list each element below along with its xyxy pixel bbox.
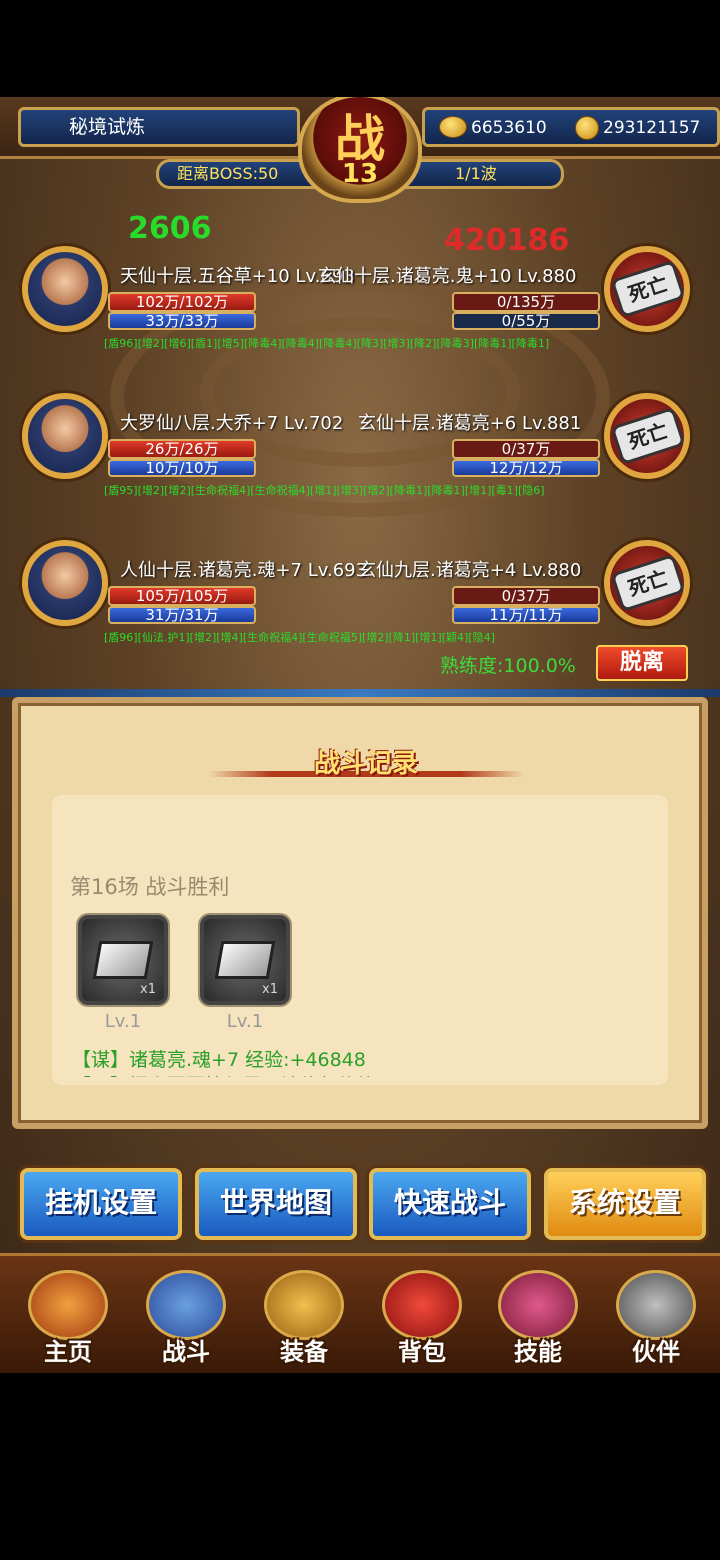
enemy-hp-bar-3: 0/37万 — [452, 586, 600, 606]
ally-avatar-1[interactable] — [22, 246, 108, 332]
enemy-name-3: 玄仙九层.诸葛亮+4 Lv.880 — [358, 560, 582, 581]
enemy-hp-bar-1: 0/135万 — [452, 292, 600, 312]
ally-hp-bar-1: 102万/102万 — [108, 292, 256, 312]
nav-partners-label: 伙伴 — [632, 1338, 680, 1366]
skill-chest-icon — [498, 1270, 578, 1340]
coin-icon — [575, 116, 599, 140]
partner-helmet-icon — [616, 1270, 696, 1340]
ally-damage-number: 2606 — [128, 211, 212, 246]
item-level: Lv.1 — [104, 1011, 142, 1032]
ally-name-2: 大罗仙八层.大乔+7 Lv.702 — [120, 413, 344, 434]
boss-distance: 距离BOSS:50 — [177, 164, 279, 183]
log-title: 战斗记录 — [313, 749, 418, 779]
divider — [0, 689, 720, 697]
enemy-mp-bar-1: 0/55万 — [452, 312, 600, 330]
world-map-button[interactable]: 世界地图 — [195, 1168, 357, 1240]
reward-item-2[interactable]: x1 — [200, 915, 290, 1005]
log-title-bar: 战斗记录 — [208, 743, 524, 783]
ally-mp-bar-1: 33万/33万 — [108, 312, 256, 330]
nav-equipment[interactable]: 装备 — [254, 1266, 354, 1366]
coin-amount: 293121157 — [603, 118, 701, 138]
ally-hp-bar-3: 105万/105万 — [108, 586, 256, 606]
battle-log-panel: 战斗记录 第16场 战斗胜利 x1 Lv.1 x1 Lv.1 【谋】诸葛亮.魂+… — [12, 697, 708, 1129]
enemy-mp-bar-2: 12万/12万 — [452, 459, 600, 477]
dead-stamp: 死亡 — [610, 553, 686, 613]
exp-log-line-cut: 【工】悟净圆圆管领灵巧法修行修炼 — [72, 1071, 376, 1077]
nav-home-label: 主页 — [44, 1338, 92, 1366]
enemy-damage-number: 420186 — [444, 223, 570, 258]
nav-equipment-label: 装备 — [280, 1338, 328, 1366]
ally-mp-bar-3: 31万/31万 — [108, 606, 256, 624]
dead-stamp: 死亡 — [610, 406, 686, 466]
system-settings-button[interactable]: 系统设置 — [544, 1168, 706, 1240]
ally-hp-bar-2: 26万/26万 — [108, 439, 256, 459]
enemy-avatar-1[interactable]: 死亡 — [604, 246, 690, 332]
nav-bag[interactable]: 背包 — [372, 1266, 472, 1366]
nav-partners[interactable]: 伙伴 — [606, 1266, 706, 1366]
log-content[interactable]: 第16场 战斗胜利 x1 Lv.1 x1 Lv.1 【谋】诸葛亮.魂+7 经验:… — [52, 795, 668, 1085]
buff-list-3: [盾96][仙法.护1][增2][增4][生命祝福4][生命祝福5][增2][降… — [104, 631, 495, 644]
buff-list-1: [盾96][增2][增6][盾1][增5][降毒4][降毒4][降毒4][降3]… — [104, 337, 550, 350]
stage-title: 秘境试炼 — [18, 107, 300, 147]
enemy-avatar-3[interactable]: 死亡 — [604, 540, 690, 626]
exp-log-line: 【谋】诸葛亮.魂+7 经验:+46848 — [72, 1049, 366, 1071]
nav-skills[interactable]: 技能 — [488, 1266, 588, 1366]
nav-bag-label: 背包 — [398, 1338, 446, 1366]
turn-counter: 13 — [341, 159, 379, 189]
dead-stamp: 死亡 — [610, 259, 686, 319]
enemy-name-1: 玄仙十层.诸葛亮.鬼+10 Lv.880 — [318, 266, 577, 287]
bag-icon — [382, 1270, 462, 1340]
home-icon — [28, 1270, 108, 1340]
silver-ingot-icon — [214, 941, 276, 979]
helmet-icon — [264, 1270, 344, 1340]
ally-mp-bar-2: 10万/10万 — [108, 459, 256, 477]
battle-result: 第16场 战斗胜利 — [70, 875, 230, 899]
ally-avatar-2[interactable] — [22, 393, 108, 479]
crossed-swords-icon — [146, 1270, 226, 1340]
nav-home[interactable]: 主页 — [18, 1266, 118, 1366]
enemy-name-2: 玄仙十层.诸葛亮+6 Lv.881 — [358, 413, 582, 434]
quick-battle-button[interactable]: 快速战斗 — [369, 1168, 531, 1240]
escape-button[interactable]: 脱离 — [596, 645, 688, 681]
silver-ingot-icon — [92, 941, 154, 979]
proficiency-label: 熟练度:100.0% — [440, 655, 576, 677]
gold-ingot-icon — [439, 116, 467, 138]
battle-emblem: 战 13 — [298, 97, 422, 203]
idle-settings-button[interactable]: 挂机设置 — [20, 1168, 182, 1240]
enemy-mp-bar-3: 11万/11万 — [452, 606, 600, 624]
buff-list-2: [盾95][增2][增2][生命祝福4][生命祝福4][增1][增3][增2][… — [104, 484, 545, 497]
item-quantity: x1 — [262, 982, 278, 997]
game-screen: 秘境试炼 6653610 293121157 距离BOSS:50 1/1波 战 … — [0, 97, 720, 1373]
gold-amount: 6653610 — [471, 118, 547, 138]
item-quantity: x1 — [140, 982, 156, 997]
enemy-hp-bar-2: 0/37万 — [452, 439, 600, 459]
wave-counter: 1/1波 — [455, 164, 497, 183]
ally-name-3: 人仙十层.诸葛亮.魂+7 Lv.693 — [120, 560, 368, 581]
resource-bar: 6653610 293121157 — [422, 107, 720, 147]
ally-avatar-3[interactable] — [22, 540, 108, 626]
enemy-avatar-2[interactable]: 死亡 — [604, 393, 690, 479]
nav-battle-label: 战斗 — [162, 1338, 210, 1366]
item-level: Lv.1 — [226, 1011, 264, 1032]
nav-skills-label: 技能 — [514, 1338, 562, 1366]
bottom-nav: 主页 战斗 装备 背包 技能 伙伴 — [0, 1253, 720, 1373]
nav-battle[interactable]: 战斗 — [136, 1266, 236, 1366]
reward-item-1[interactable]: x1 — [78, 915, 168, 1005]
